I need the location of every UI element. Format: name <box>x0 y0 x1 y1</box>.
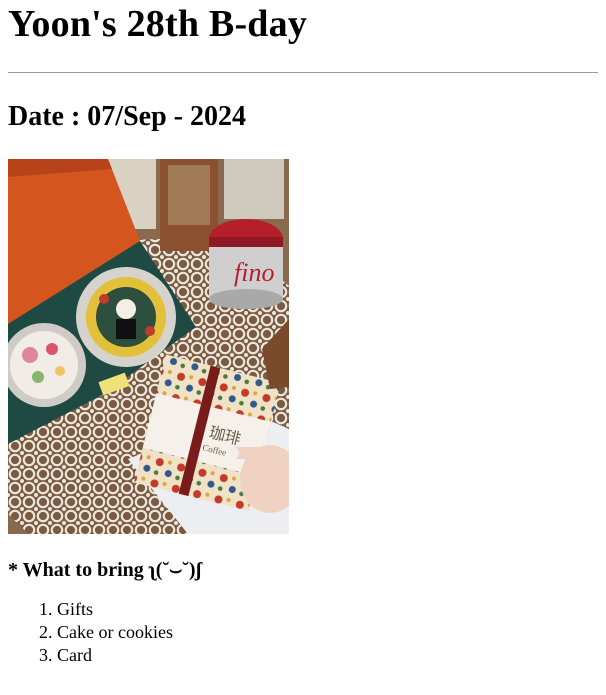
what-to-bring-heading: * What to bring ʅ(˘⌣˘)ʃ <box>8 559 202 581</box>
list-item-gifts: Gifts <box>57 598 598 621</box>
list-item-cake: Cake or cookies <box>57 621 598 644</box>
divider <box>8 72 598 73</box>
gift-photo-illustration: fino 珈琲 Coffee <box>8 159 289 534</box>
bring-list: Gifts Cake or cookies Card <box>8 598 598 667</box>
decorated-tin <box>76 267 176 367</box>
list-item-card: Card <box>57 644 598 667</box>
red-tin: fino <box>209 219 283 309</box>
gift-photo: fino 珈琲 Coffee <box>8 159 289 534</box>
page-title: Yoon's 28th B-day <box>8 3 308 45</box>
tin-label: fino <box>234 258 274 287</box>
date-heading: Date : 07/Sep - 2024 <box>8 101 246 132</box>
page-content: Yoon's 28th B-day Date : 07/Sep - 2024 f… <box>0 0 606 667</box>
